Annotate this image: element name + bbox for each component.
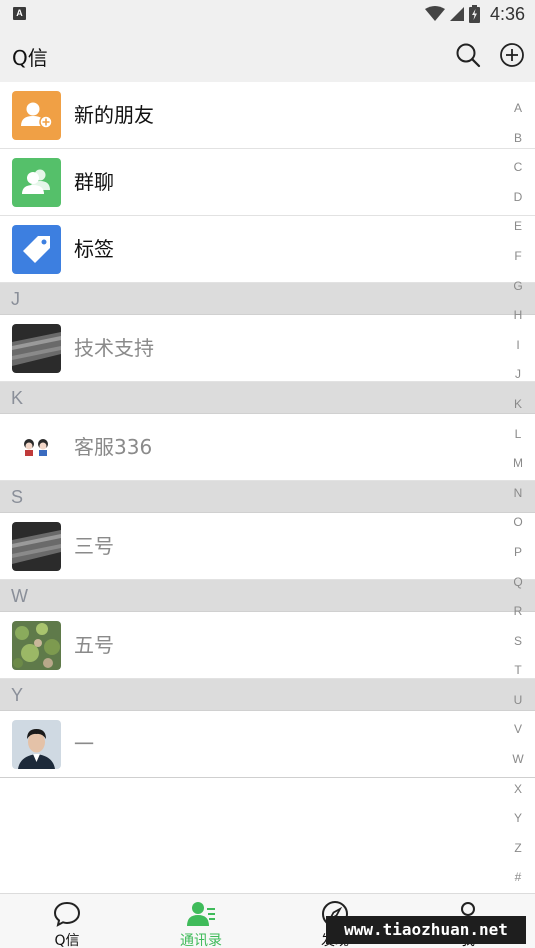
watermark: www.tiaozhuan.net — [326, 916, 526, 944]
plus-circle-icon — [500, 43, 524, 67]
add-button[interactable] — [498, 41, 526, 69]
section-header-j: J — [0, 283, 535, 315]
index-letter[interactable]: G — [501, 272, 535, 302]
search-icon — [456, 43, 481, 68]
new-friend-icon — [12, 91, 61, 140]
contact-name: 客服336 — [74, 435, 153, 459]
section-letter: J — [11, 289, 20, 309]
contact-name: 技术支持 — [74, 336, 154, 360]
index-letter[interactable]: N — [501, 479, 535, 509]
list-item-label: 标签 — [74, 237, 114, 261]
index-letter[interactable]: I — [501, 331, 535, 361]
index-letter[interactable]: D — [501, 183, 535, 213]
contact-list: 新的朋友 群聊 标签 J 技术支持 K 客服336 S 三号 W 五号 Y 一 — [0, 82, 535, 778]
contact-name: 三号 — [74, 534, 114, 558]
avatar — [12, 423, 61, 472]
status-indicators: 4:36 — [424, 3, 525, 25]
index-letter[interactable]: B — [501, 124, 535, 154]
group-chat-icon — [12, 158, 61, 207]
signal-icon — [449, 7, 464, 21]
index-letter[interactable]: # — [501, 863, 535, 893]
index-letter[interactable]: O — [501, 508, 535, 538]
index-letter[interactable]: K — [501, 390, 535, 420]
index-letter[interactable]: M — [501, 449, 535, 479]
contact-item[interactable]: 一 — [0, 711, 535, 778]
battery-charging-icon — [468, 5, 480, 23]
contacts-icon — [187, 902, 215, 926]
index-letter[interactable]: F — [501, 242, 535, 272]
contact-item[interactable]: 五号 — [0, 612, 535, 679]
avatar — [12, 621, 61, 670]
new-friends-item[interactable]: 新的朋友 — [0, 82, 535, 149]
index-letter[interactable]: Y — [501, 804, 535, 834]
section-letter: W — [11, 586, 28, 606]
alphabet-index[interactable]: A B C D E F G H I J K L M N O P Q R S T U V W X Y Z # — [501, 94, 535, 893]
notification-icon: A — [13, 7, 26, 20]
search-button[interactable] — [454, 41, 482, 69]
list-item-label: 群聊 — [74, 170, 114, 194]
contact-item[interactable]: 技术支持 — [0, 315, 535, 382]
chat-bubble-icon — [53, 901, 81, 927]
section-letter: Y — [11, 685, 24, 705]
page-title: Q信 — [12, 46, 48, 70]
avatar — [12, 720, 61, 769]
index-letter[interactable]: S — [501, 627, 535, 657]
index-letter[interactable]: T — [501, 656, 535, 686]
contact-item[interactable]: 客服336 — [0, 414, 535, 481]
group-chats-item[interactable]: 群聊 — [0, 149, 535, 216]
index-letter[interactable]: Z — [501, 834, 535, 864]
tab-label: 通讯录 — [180, 933, 222, 948]
index-letter[interactable]: L — [501, 420, 535, 450]
section-letter: K — [11, 388, 24, 408]
contact-item[interactable]: 三号 — [0, 513, 535, 580]
contact-name: 一 — [74, 732, 94, 756]
wifi-icon — [424, 6, 445, 21]
section-header-k: K — [0, 382, 535, 414]
section-header-s: S — [0, 481, 535, 513]
index-letter[interactable]: E — [501, 212, 535, 242]
section-header-y: Y — [0, 679, 535, 711]
index-letter[interactable]: X — [501, 775, 535, 805]
tab-contacts[interactable]: 通讯录 — [134, 894, 268, 948]
section-header-w: W — [0, 580, 535, 612]
tab-label: Q信 — [54, 933, 80, 948]
index-letter[interactable]: A — [501, 94, 535, 124]
avatar — [12, 522, 61, 571]
contact-name: 五号 — [74, 633, 114, 657]
index-letter[interactable]: V — [501, 715, 535, 745]
tab-messages[interactable]: Q信 — [0, 894, 134, 948]
clock: 4:36 — [489, 3, 525, 24]
avatar — [12, 324, 61, 373]
index-letter[interactable]: Q — [501, 568, 535, 598]
index-letter[interactable]: J — [501, 360, 535, 390]
index-letter[interactable]: W — [501, 745, 535, 775]
section-letter: S — [11, 487, 24, 507]
index-letter[interactable]: H — [501, 301, 535, 331]
tag-icon — [12, 225, 61, 274]
index-letter[interactable]: C — [501, 153, 535, 183]
app-bar: Q信 — [0, 28, 535, 82]
index-letter[interactable]: P — [501, 538, 535, 568]
tags-item[interactable]: 标签 — [0, 216, 535, 283]
index-letter[interactable]: R — [501, 597, 535, 627]
status-bar: A 4:36 — [0, 0, 535, 28]
list-item-label: 新的朋友 — [74, 103, 154, 127]
index-letter[interactable]: U — [501, 686, 535, 716]
